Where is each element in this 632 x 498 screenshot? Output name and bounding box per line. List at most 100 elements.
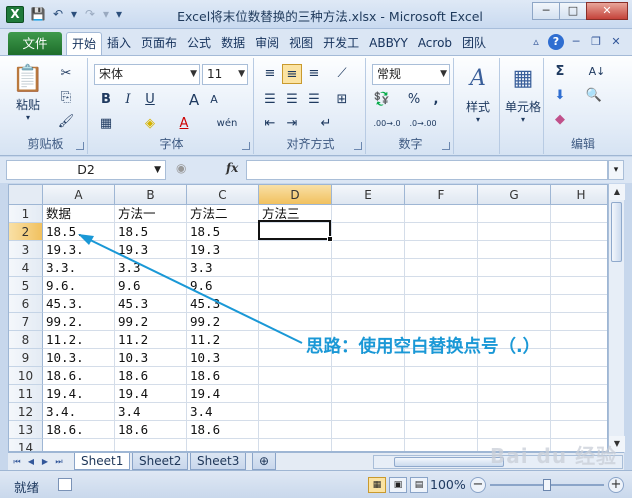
font-name-select[interactable]: 宋体 ▼ (94, 64, 200, 85)
cell-c9[interactable]: 10.3 (187, 349, 220, 367)
italic-icon[interactable]: I (118, 90, 138, 110)
clear-icon[interactable]: ◆ (550, 110, 570, 130)
cell-a6[interactable]: 45.3. (43, 295, 84, 313)
tab-item-8[interactable]: ABBYY (364, 32, 413, 55)
font-launcher-icon[interactable] (242, 142, 250, 150)
cell-b1[interactable]: 方法一 (115, 205, 156, 223)
column-header-e[interactable]: E (332, 185, 405, 205)
wrap-text-icon[interactable]: ↵ (316, 114, 336, 134)
normal-view-icon[interactable]: ▦ (368, 477, 386, 493)
tab-home[interactable]: 开始 (66, 32, 103, 55)
cell-c6[interactable]: 45.3 (187, 295, 220, 313)
sheet-tab-1[interactable]: Sheet1 (74, 453, 131, 470)
undo-dropdown-icon[interactable]: ▾ (70, 6, 78, 22)
page-layout-view-icon[interactable]: ▣ (389, 477, 407, 493)
scroll-up-icon[interactable]: ▲ (609, 184, 625, 200)
tab-item-9[interactable]: Acrob (413, 32, 457, 55)
align-bottom-icon[interactable]: ≡ (304, 64, 324, 84)
format-painter-icon[interactable]: 🖌 (56, 112, 76, 132)
row-header-11[interactable]: 11 (9, 385, 43, 403)
zoom-slider-thumb[interactable] (543, 479, 551, 491)
tab-item-4[interactable]: 数据 (216, 32, 250, 55)
macro-record-icon[interactable] (58, 478, 72, 491)
next-sheet-icon[interactable]: ▶ (38, 455, 52, 469)
cell-a5[interactable]: 9.6. (43, 277, 76, 295)
bold-icon[interactable]: B (96, 90, 116, 110)
column-header-d[interactable]: D (259, 185, 332, 205)
redo-dropdown-icon[interactable]: ▾ (102, 6, 110, 22)
row-header-6[interactable]: 6 (9, 295, 43, 313)
row-header-1[interactable]: 1 (9, 205, 43, 223)
row-header-10[interactable]: 10 (9, 367, 43, 385)
font-color-icon[interactable]: A (174, 114, 194, 134)
row-header-12[interactable]: 12 (9, 403, 43, 421)
name-box[interactable]: D2 ▼ (6, 160, 166, 180)
cell-a4[interactable]: 3.3. (43, 259, 76, 277)
merge-center-icon[interactable]: ⊞ (332, 90, 352, 110)
row-header-9[interactable]: 9 (9, 349, 43, 367)
cell-a7[interactable]: 99.2. (43, 313, 84, 331)
tab-item-10[interactable]: 团队 (457, 32, 491, 55)
cell-a8[interactable]: 11.2. (43, 331, 84, 349)
styles-button[interactable]: A 样式 ▾ (460, 62, 496, 132)
save-icon[interactable]: 💾 (30, 6, 46, 22)
tab-item-7[interactable]: 开发工 (318, 32, 364, 55)
vertical-scroll-thumb[interactable] (611, 202, 622, 262)
number-format-select[interactable]: 常规 ▼ (372, 64, 450, 85)
orientation-icon[interactable]: ⟋ (332, 64, 352, 84)
cell-b11[interactable]: 19.4 (115, 385, 148, 403)
tab-item-2[interactable]: 页面布 (136, 32, 182, 55)
cell-c13[interactable]: 18.6 (187, 421, 220, 439)
comma-icon[interactable]: , (426, 90, 446, 110)
tab-item-3[interactable]: 公式 (182, 32, 216, 55)
fill-icon[interactable]: ⬇ (550, 86, 570, 106)
horizontal-scroll-thumb[interactable] (394, 457, 504, 467)
row-header-5[interactable]: 5 (9, 277, 43, 295)
cell-c4[interactable]: 3.3 (187, 259, 213, 277)
grow-font-icon[interactable]: A (184, 90, 204, 110)
last-sheet-icon[interactable]: ⏭ (52, 455, 66, 469)
expand-formula-icon[interactable]: ▾ (608, 160, 624, 180)
fill-handle[interactable] (327, 236, 333, 242)
column-header-a[interactable]: A (43, 185, 115, 205)
zoom-out-icon[interactable]: − (470, 477, 486, 493)
underline-icon[interactable]: U (140, 90, 160, 110)
redo-icon[interactable]: ↷ (82, 6, 98, 22)
minimize-ribbon-icon[interactable]: ▵ (528, 34, 544, 50)
cell-b10[interactable]: 18.6 (115, 367, 148, 385)
zoom-in-icon[interactable]: + (608, 477, 624, 493)
maximize-button[interactable]: □ (559, 2, 587, 20)
cell-c10[interactable]: 18.6 (187, 367, 220, 385)
row-header-4[interactable]: 4 (9, 259, 43, 277)
shrink-font-icon[interactable]: A (204, 90, 224, 110)
cell-b3[interactable]: 19.3 (115, 241, 148, 259)
row-header-13[interactable]: 13 (9, 421, 43, 439)
cell-a3[interactable]: 19.3. (43, 241, 84, 259)
align-top-icon[interactable]: ≡ (260, 64, 280, 84)
fill-color-icon[interactable]: ◈ (140, 114, 160, 134)
close-button[interactable]: ✕ (586, 2, 628, 20)
align-middle-icon[interactable]: ≡ (282, 64, 302, 84)
sheet-tab-2[interactable]: Sheet2 (132, 453, 189, 470)
percent-icon[interactable]: % (404, 90, 424, 110)
cell-c3[interactable]: 19.3 (187, 241, 220, 259)
row-header-14[interactable]: 14 (9, 439, 43, 451)
tab-item-5[interactable]: 审阅 (250, 32, 284, 55)
insert-sheet-icon[interactable]: ⊕ (252, 453, 277, 470)
row-header-2[interactable]: 2 (9, 223, 43, 241)
cell-b6[interactable]: 45.3 (115, 295, 148, 313)
sort-filter-icon[interactable]: A↓ (584, 62, 610, 82)
column-header-h[interactable]: H (551, 185, 607, 205)
insert-function-icon[interactable]: fx (226, 161, 238, 175)
alignment-launcher-icon[interactable] (354, 142, 362, 150)
row-header-7[interactable]: 7 (9, 313, 43, 331)
select-all-corner[interactable] (9, 185, 43, 205)
autosum-icon[interactable]: Σ (550, 62, 570, 82)
formula-input[interactable] (246, 160, 608, 180)
cell-c12[interactable]: 3.4 (187, 403, 213, 421)
currency-icon[interactable]: 💱 (372, 90, 392, 110)
vertical-scrollbar[interactable]: ▲ ▼ (608, 184, 625, 452)
cell-b4[interactable]: 3.3 (115, 259, 141, 277)
cell-a9[interactable]: 10.3. (43, 349, 84, 367)
cell-b9[interactable]: 10.3 (115, 349, 148, 367)
